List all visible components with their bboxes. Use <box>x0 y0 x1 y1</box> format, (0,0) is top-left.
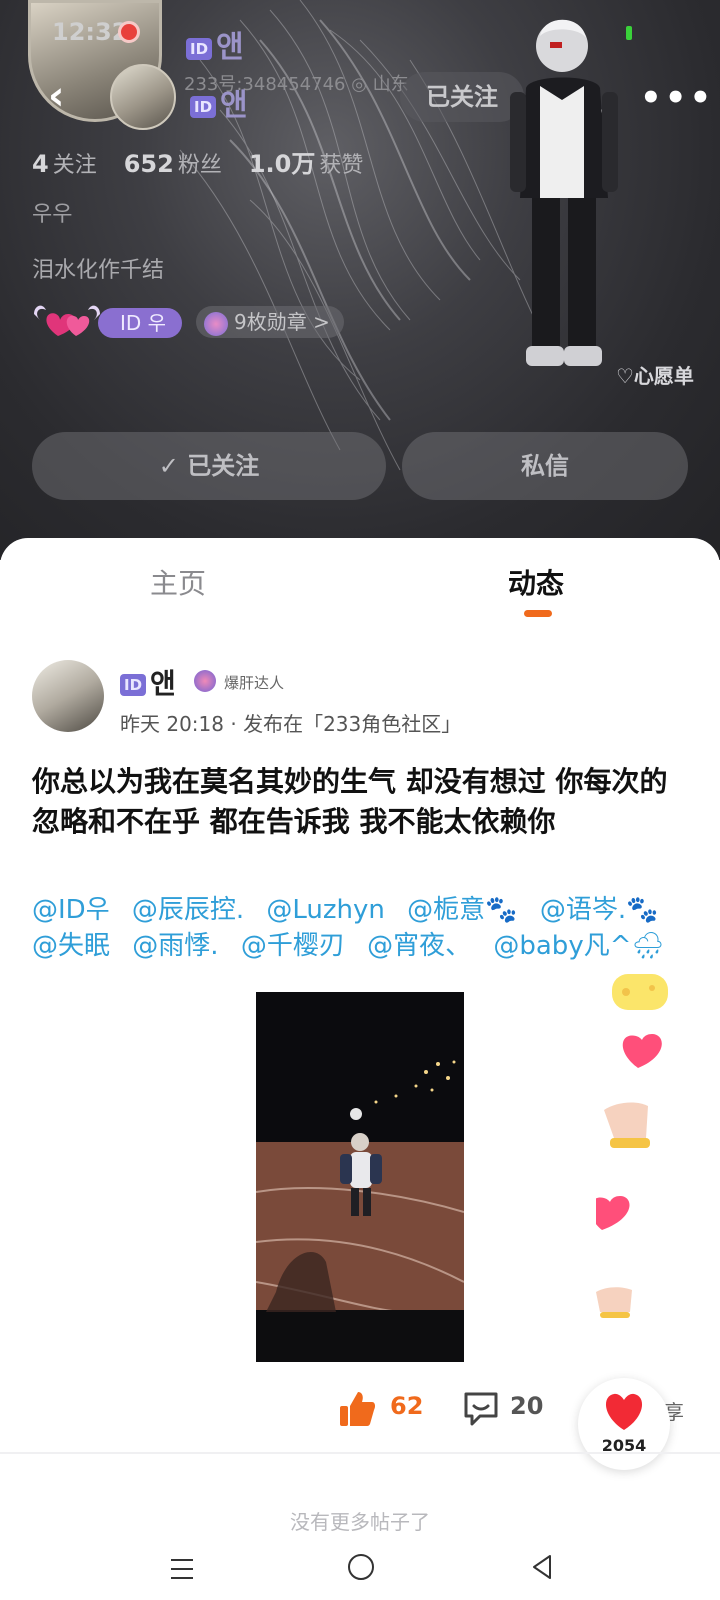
mention-link[interactable]: @栀意🐾 <box>407 895 517 925</box>
tab-home[interactable]: 主页 <box>150 562 206 602</box>
like-icon[interactable] <box>338 1390 376 1428</box>
mention-link[interactable]: @千樱刃 <box>241 931 345 961</box>
profile-name-top: ID 앤 <box>186 22 244 66</box>
mention-link[interactable]: @baby凡^🌧 <box>493 931 664 961</box>
heart-badge-icon[interactable] <box>32 302 102 342</box>
tab-feed[interactable]: 动态 <box>508 562 564 602</box>
mention-link[interactable]: @语岑.🐾 <box>540 895 659 925</box>
id-badge: ID <box>186 37 213 60</box>
back-button[interactable]: ‹ <box>48 76 88 118</box>
post-author-name[interactable]: ID 앤 <box>120 662 176 702</box>
stat-fans-label: 粉丝 <box>177 153 222 178</box>
mention-link[interactable]: @失眠 <box>32 931 110 961</box>
mention-link[interactable]: @Luzhyn <box>266 895 385 925</box>
heart-icon <box>605 1393 643 1430</box>
bio-line-2: 泪水化作千结 <box>32 258 165 283</box>
profile-header: 12:32 ‹ ID 앤 233号:348454746 ◎ 山东 ID 앤 已关注 … <box>0 0 720 560</box>
like-count: 62 <box>390 1392 424 1420</box>
profile-stats: 4 关注 652 粉丝 1.0万 获赞 <box>32 144 383 179</box>
id-badge: ID <box>120 674 147 696</box>
status-time: 12:32 <box>52 18 129 46</box>
post-meta: 昨天 20:18 · 发布在「233角色社区」 <box>120 712 462 736</box>
stat-following-label: 关注 <box>52 153 97 178</box>
character-avatar[interactable] <box>500 8 630 378</box>
mention-list: @ID우 @辰辰控. @Luzhyn @栀意🐾 @语岑.🐾 @失眠 @雨悸. @… <box>32 892 692 964</box>
stat-likes-count: 1.0万 <box>248 150 316 178</box>
followed-button[interactable]: ✓ 已关注 <box>32 432 386 500</box>
divider <box>0 1452 720 1454</box>
id-badge: ID <box>190 95 217 118</box>
title-badge-icon <box>194 670 216 692</box>
comment-icon[interactable] <box>462 1390 500 1428</box>
medals-link[interactable]: 9枚勋章 > <box>196 306 344 338</box>
comment-count: 20 <box>510 1392 544 1420</box>
post-image[interactable] <box>256 992 464 1362</box>
back-icon[interactable] <box>530 1554 554 1580</box>
profile-avatar-small[interactable] <box>110 64 176 130</box>
title-badge: 爆肝达人 <box>224 674 285 692</box>
system-nav-bar <box>0 1538 720 1600</box>
more-options-button[interactable]: ••• <box>640 78 714 118</box>
medal-icon <box>204 311 228 336</box>
profile-name: ID 앤 <box>190 80 248 124</box>
fan-group-tag[interactable]: ID 우 <box>98 308 183 338</box>
mention-link[interactable]: @ID우 <box>32 895 110 925</box>
wishlist-link[interactable]: ♡心愿单 <box>616 360 694 389</box>
home-icon[interactable] <box>348 1554 374 1580</box>
bio-line-1: 우우 <box>32 202 73 227</box>
menu-icon[interactable] <box>170 1558 194 1580</box>
mention-link[interactable]: @辰辰控. <box>132 895 244 925</box>
post-author-avatar[interactable] <box>32 660 104 732</box>
mention-link[interactable]: @宵夜、 <box>367 931 471 961</box>
message-button[interactable]: 私信 <box>402 432 688 500</box>
floating-reactions <box>596 974 668 1318</box>
post-text: 你总以为我在莫名其妙的生气 却没有想过 你每次的忽略和不在乎 都在告诉我 我不能… <box>32 765 668 838</box>
active-tab-indicator <box>524 610 552 617</box>
mention-link[interactable]: @雨悸. <box>132 931 218 961</box>
stat-likes-label: 获赞 <box>319 153 364 178</box>
stat-fans-count: 652 <box>123 150 174 178</box>
no-more-posts: 没有更多帖子了 <box>290 1510 430 1534</box>
heart-reaction-button[interactable]: 2054 <box>578 1378 670 1470</box>
recording-icon <box>118 21 140 43</box>
stat-following-count: 4 <box>32 150 49 178</box>
